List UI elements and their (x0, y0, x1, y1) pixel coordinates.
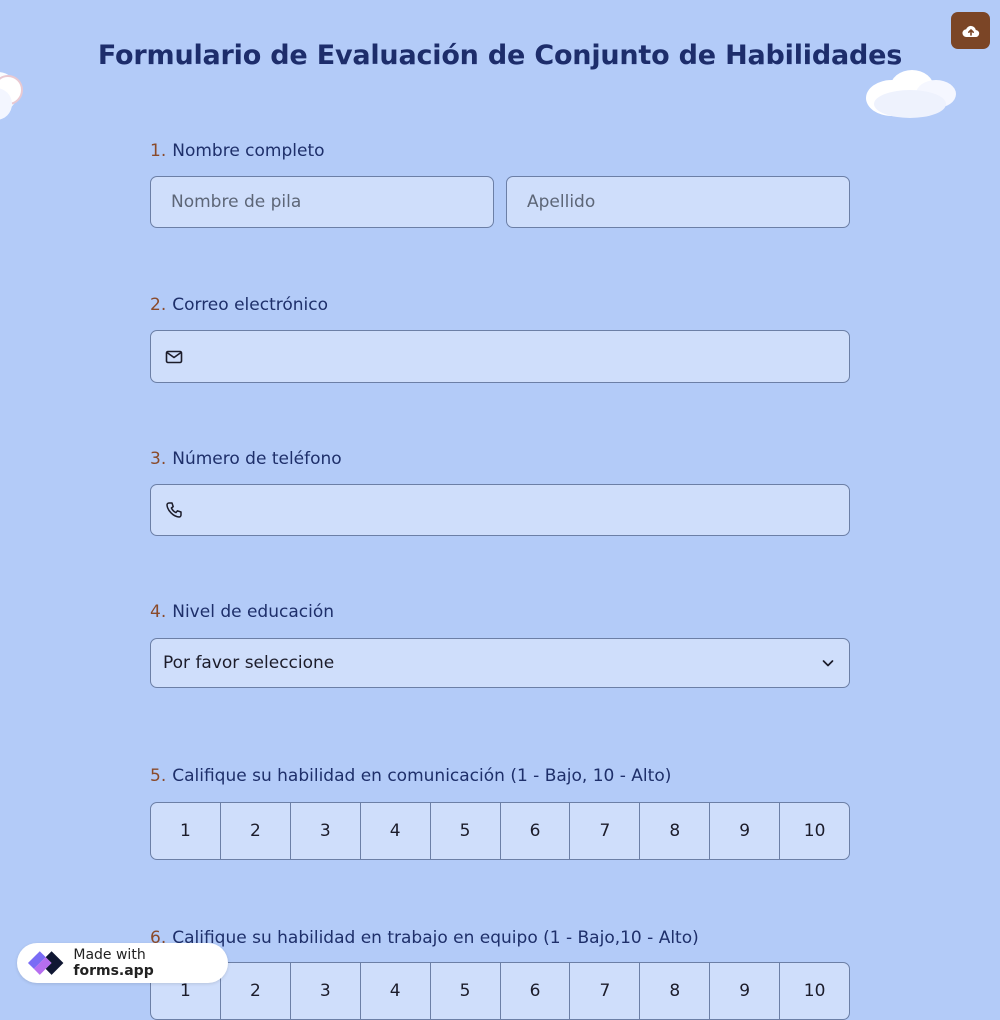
rating-option[interactable]: 8 (640, 963, 711, 1019)
email-field (150, 330, 850, 383)
question-text: Califique su habilidad en trabajo en equ… (172, 928, 699, 948)
last-name-field (506, 176, 850, 228)
question-label-education: 4. Nivel de educación (150, 602, 334, 622)
question-text: Correo electrónico (172, 295, 328, 315)
question-number: 5. (150, 766, 167, 786)
page-title: Formulario de Evaluación de Conjunto de … (97, 40, 903, 71)
first-name-field (150, 176, 494, 228)
rating-option[interactable]: 10 (780, 803, 849, 859)
cloud-decoration-right (866, 70, 956, 118)
communication-rating-scale: 1 2 3 4 5 6 7 8 9 10 (150, 802, 850, 860)
made-with-forms-app-badge[interactable]: Made with forms.app (17, 943, 228, 983)
question-label-teamwork: 6. Califique su habilidad en trabajo en e… (150, 928, 699, 948)
email-input[interactable] (151, 331, 849, 382)
question-text: Número de teléfono (172, 449, 342, 469)
education-select-value: Por favor seleccione (163, 653, 335, 673)
rating-option[interactable]: 6 (501, 803, 571, 859)
rating-option[interactable]: 3 (291, 963, 361, 1019)
rating-option[interactable]: 10 (780, 963, 849, 1019)
phone-input[interactable] (151, 485, 849, 535)
rating-option[interactable]: 7 (570, 803, 641, 859)
cloud-decoration-left (0, 72, 23, 120)
rating-option[interactable]: 5 (431, 963, 501, 1019)
rating-option[interactable]: 4 (361, 963, 431, 1019)
question-label-full-name: 1. Nombre completo (150, 141, 325, 161)
rating-option[interactable]: 2 (221, 803, 291, 859)
badge-text: Made with forms.app (73, 947, 228, 979)
education-select[interactable]: Por favor seleccione (150, 638, 850, 688)
cloud-upload-icon (961, 25, 979, 37)
badge-prefix: Made with (73, 947, 146, 963)
question-number: 1. (150, 141, 167, 161)
question-text: Nivel de educación (172, 602, 335, 622)
phone-field (150, 484, 850, 536)
phone-icon (166, 502, 182, 518)
forms-app-logo-icon (27, 951, 64, 975)
rating-option[interactable]: 9 (710, 803, 781, 859)
last-name-input[interactable] (507, 177, 849, 227)
question-label-communication: 5. Califique su habilidad en comunicación… (150, 766, 671, 786)
question-number: 2. (150, 295, 167, 315)
question-text: Nombre completo (172, 141, 325, 161)
question-label-email: 2. Correo electrónico (150, 295, 328, 315)
chevron-down-icon (822, 660, 834, 667)
question-label-phone: 3. Número de teléfono (150, 449, 342, 469)
rating-option[interactable]: 9 (710, 963, 781, 1019)
rating-option[interactable]: 6 (501, 963, 571, 1019)
first-name-input[interactable] (151, 177, 493, 227)
question-number: 3. (150, 449, 167, 469)
rating-option[interactable]: 2 (221, 963, 291, 1019)
rating-option[interactable]: 5 (431, 803, 501, 859)
rating-option[interactable]: 3 (291, 803, 361, 859)
rating-option[interactable]: 1 (151, 803, 221, 859)
rating-option[interactable]: 7 (570, 963, 641, 1019)
rating-option[interactable]: 4 (361, 803, 431, 859)
rating-option[interactable]: 8 (640, 803, 711, 859)
envelope-icon (165, 350, 183, 363)
question-number: 4. (150, 602, 167, 622)
teamwork-rating-scale: 1 2 3 4 5 6 7 8 9 10 (150, 962, 850, 1020)
badge-brand: forms.app (73, 963, 154, 979)
question-text: Califique su habilidad en comunicación (… (172, 766, 672, 786)
